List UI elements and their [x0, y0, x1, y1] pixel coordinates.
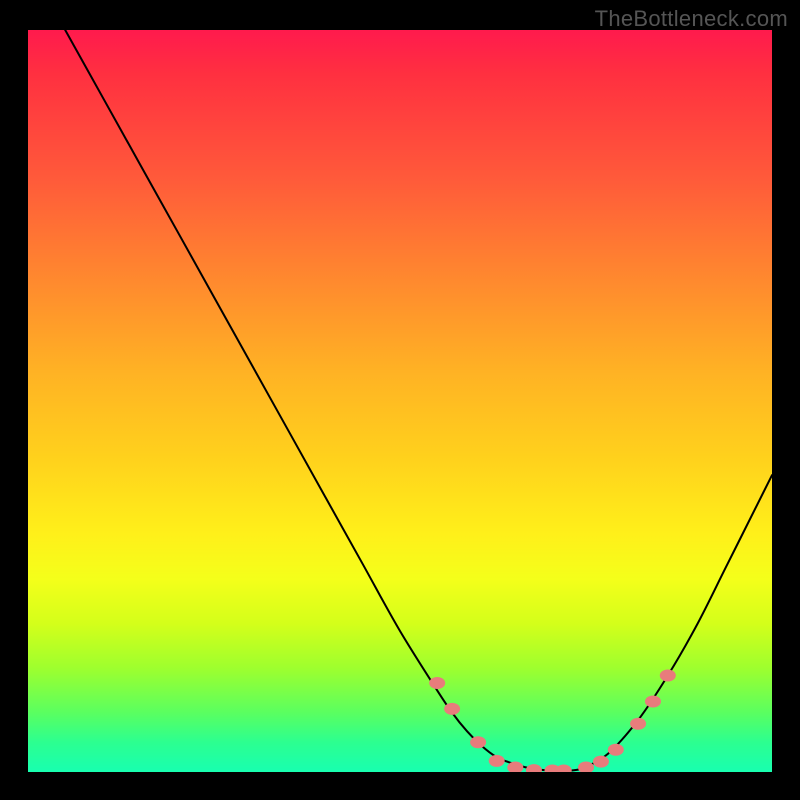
gradient-plot-area: [28, 30, 772, 772]
chart-frame: TheBottleneck.com: [0, 0, 800, 800]
watermark-text: TheBottleneck.com: [595, 6, 788, 32]
